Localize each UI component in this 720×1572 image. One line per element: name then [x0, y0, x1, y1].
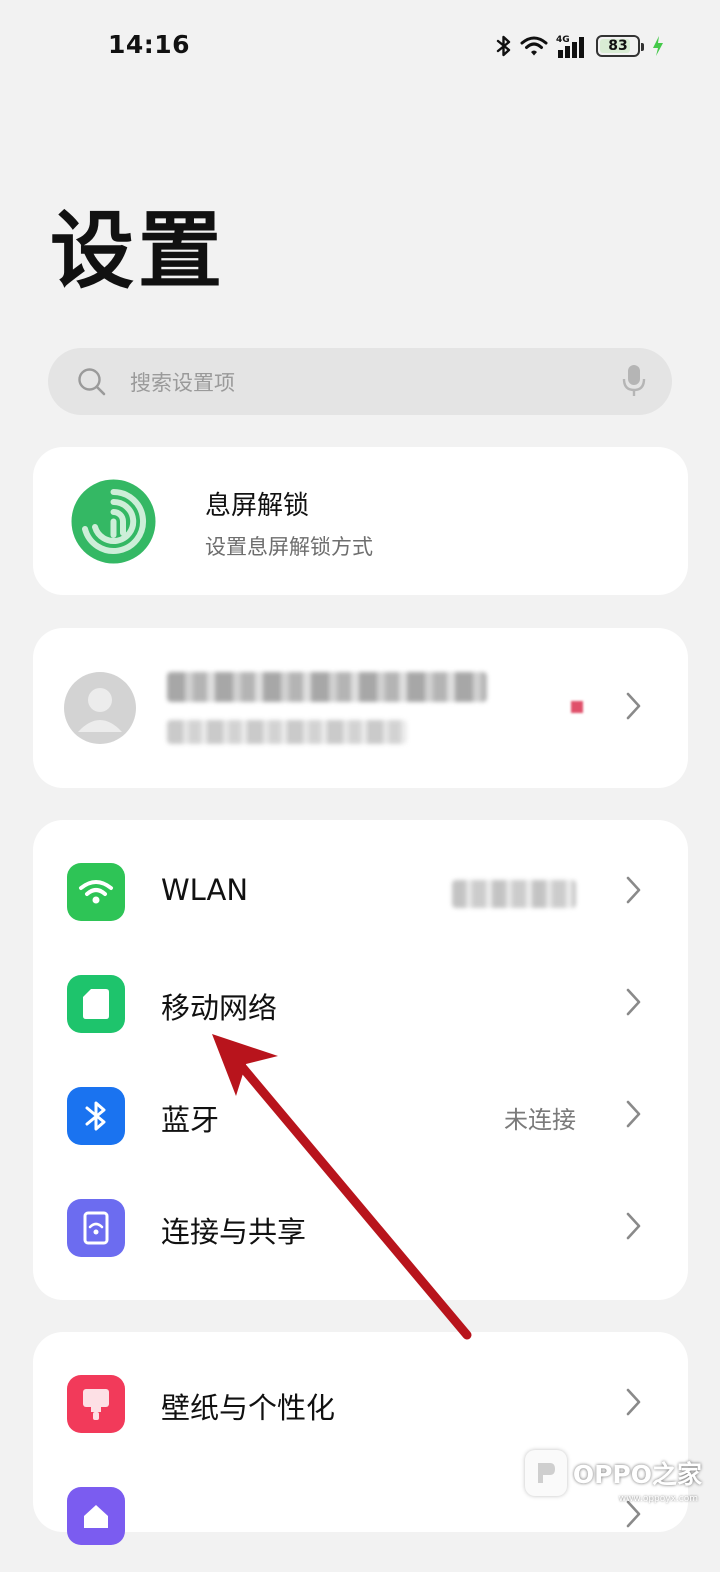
- oppo-home-logo-icon: [524, 1450, 567, 1496]
- watermark-url: www.oppoyx.com: [618, 1494, 698, 1504]
- lockscreen-title: 息屏解锁: [205, 491, 310, 521]
- watermark: OPPO之家: [524, 1450, 702, 1496]
- status-time: 14:16: [108, 30, 191, 59]
- account-subtitle-redacted: [167, 720, 407, 744]
- settings-item-label: 蓝牙: [161, 1103, 220, 1137]
- settings-item-bluetooth[interactable]: 蓝牙 未连接: [33, 1060, 688, 1172]
- chevron-right-icon: [626, 1100, 642, 1132]
- charging-icon: [652, 35, 664, 57]
- connectivity-card: WLAN 移动网络 蓝牙 未连接 连接与共享: [33, 820, 688, 1300]
- connection-sharing-icon: [67, 1199, 125, 1257]
- wifi-icon: [67, 863, 125, 921]
- wallpaper-brush-icon: [67, 1375, 125, 1433]
- home-screen-icon: [67, 1487, 125, 1545]
- chevron-right-icon: [626, 1500, 642, 1532]
- bluetooth-status-value: 未连接: [504, 1106, 576, 1134]
- page-title: 设置: [50, 202, 227, 300]
- settings-item-label: 移动网络: [161, 991, 278, 1025]
- microphone-icon[interactable]: [622, 364, 646, 402]
- chevron-right-icon: [626, 692, 642, 724]
- lockscreen-unlock-card[interactable]: 息屏解锁 设置息屏解锁方式: [33, 447, 688, 595]
- account-name-redacted: [167, 672, 487, 702]
- bluetooth-status-icon: [496, 34, 512, 58]
- chevron-right-icon: [626, 1388, 642, 1420]
- settings-item-label: 壁纸与个性化: [161, 1391, 336, 1425]
- chevron-right-icon: [626, 1212, 642, 1244]
- sim-card-icon: [67, 975, 125, 1033]
- notification-dot: [571, 701, 583, 713]
- fingerprint-unlock-icon: [71, 479, 156, 564]
- chevron-right-icon: [626, 876, 642, 908]
- search-bar[interactable]: [48, 348, 672, 417]
- lockscreen-subtitle: 设置息屏解锁方式: [205, 535, 373, 559]
- chevron-right-icon: [626, 988, 642, 1020]
- search-icon: [77, 367, 107, 401]
- wifi-status-icon: [520, 35, 548, 57]
- watermark-brand: OPPO之家: [572, 1460, 702, 1489]
- settings-item-label: WLAN: [161, 873, 249, 907]
- status-bar: 14:16 4G 83: [0, 0, 720, 92]
- search-input[interactable]: [128, 348, 592, 417]
- settings-item-connection-sharing[interactable]: 连接与共享: [33, 1172, 688, 1284]
- avatar: [64, 672, 136, 744]
- status-icons: 4G 83: [496, 30, 664, 62]
- settings-item-wlan[interactable]: WLAN: [33, 836, 688, 948]
- settings-item-mobile-network[interactable]: 移动网络: [33, 948, 688, 1060]
- bluetooth-icon: [67, 1087, 125, 1145]
- cellular-signal-icon: 4G: [556, 33, 588, 59]
- wlan-network-name-redacted: [452, 880, 576, 908]
- settings-item-wallpaper[interactable]: 壁纸与个性化: [33, 1348, 688, 1460]
- battery-indicator: 83: [596, 35, 644, 57]
- battery-level: 83: [608, 38, 628, 54]
- network-type-label: 4G: [556, 35, 570, 45]
- settings-item-label: 连接与共享: [161, 1215, 307, 1249]
- personalization-card: 壁纸与个性化: [33, 1332, 688, 1545]
- account-card[interactable]: [33, 628, 688, 788]
